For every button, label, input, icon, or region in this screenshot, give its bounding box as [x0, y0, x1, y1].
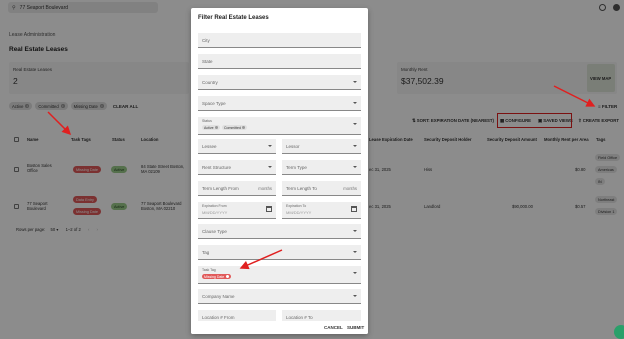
status-chip-active[interactable]: Active	[202, 125, 221, 130]
filter-dialog: Filter Real Estate Leases City State Cou…	[191, 8, 368, 334]
close-icon[interactable]	[225, 275, 229, 278]
term-length-to-input[interactable]: Term Length To months	[282, 181, 361, 196]
chevron-down-icon	[268, 145, 272, 147]
status-select[interactable]: Status Active Committed	[198, 117, 361, 135]
cancel-button[interactable]: CANCEL	[324, 325, 343, 330]
chevron-down-icon	[268, 166, 272, 168]
term-length-from-input[interactable]: Term Length From months	[198, 181, 276, 196]
rent-structure-select[interactable]: Rent Structure	[198, 160, 276, 175]
chevron-down-icon	[353, 81, 357, 83]
dialog-title: Filter Real Estate Leases	[198, 15, 269, 21]
lessee-select[interactable]: Lessee	[198, 139, 276, 154]
chat-fab[interactable]	[614, 325, 624, 339]
calendar-icon[interactable]	[266, 206, 272, 212]
clause-type-select[interactable]: Clause Type	[198, 224, 361, 239]
close-icon[interactable]	[242, 126, 246, 129]
country-select[interactable]: Country	[198, 75, 361, 90]
expiration-from-input[interactable]: Expiration From MM/DD/YYYY	[198, 202, 276, 219]
company-name-select[interactable]: Company Name	[198, 289, 361, 304]
term-type-select[interactable]: Term Type	[282, 160, 361, 175]
state-field[interactable]: State	[198, 54, 361, 69]
space-type-select[interactable]: Space Type	[198, 96, 361, 111]
chevron-down-icon	[353, 102, 357, 104]
chevron-down-icon	[353, 251, 357, 253]
task-tag-chips: Missing Date	[202, 274, 231, 279]
submit-button[interactable]: SUBMIT	[347, 325, 364, 330]
task-tag-chip-missing-date[interactable]: Missing Date	[202, 274, 231, 279]
chevron-down-icon	[353, 166, 357, 168]
task-tag-select[interactable]: Task Tag Missing Date	[198, 266, 361, 284]
calendar-icon[interactable]	[351, 206, 357, 212]
dialog-footer: CANCEL SUBMIT	[191, 321, 368, 334]
chevron-down-icon	[353, 145, 357, 147]
chevron-down-icon	[353, 272, 357, 274]
status-chips: Active Committed	[202, 125, 248, 130]
tag-select[interactable]: Tag	[198, 245, 361, 260]
chevron-down-icon	[353, 295, 357, 297]
status-chip-committed[interactable]: Committed	[222, 125, 248, 130]
city-field[interactable]: City	[198, 33, 361, 48]
expiration-to-input[interactable]: Expiration To MM/DD/YYYY	[282, 202, 361, 219]
close-icon[interactable]	[215, 126, 219, 129]
chevron-down-icon	[353, 123, 357, 125]
lessor-select[interactable]: Lessor	[282, 139, 361, 154]
chevron-down-icon	[353, 230, 357, 232]
